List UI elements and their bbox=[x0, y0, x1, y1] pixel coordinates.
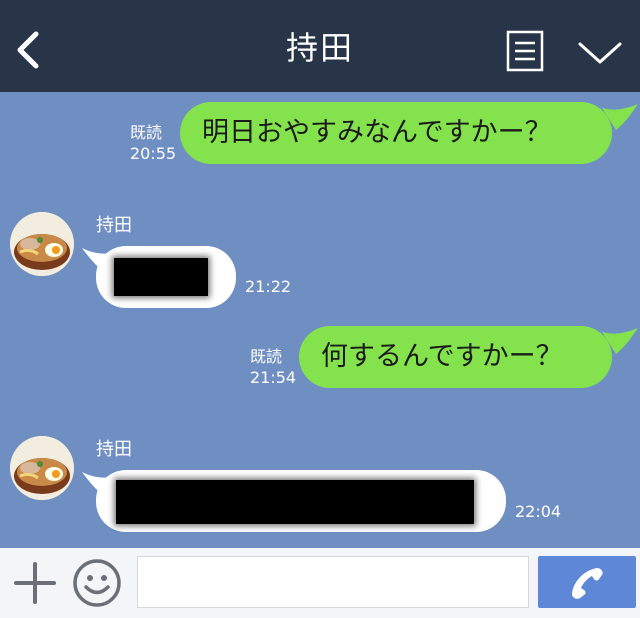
chat-area[interactable]: 既読 20:55 明日おやすみなんですかー？ 持田 21:22 既読 21:54… bbox=[0, 92, 640, 548]
bubble-tail bbox=[602, 104, 638, 130]
chat-title: 持田 bbox=[285, 29, 354, 67]
chevron-down-icon[interactable] bbox=[576, 38, 624, 68]
read-receipt: 既読 bbox=[250, 347, 283, 366]
message-text: 明日おやすみなんですかー？ bbox=[202, 117, 552, 148]
ramen-avatar-image bbox=[10, 436, 74, 500]
outgoing-message-bubble[interactable]: 何するんですかー？ bbox=[299, 326, 612, 388]
menu-icon[interactable] bbox=[506, 30, 544, 72]
incoming-message-bubble[interactable] bbox=[96, 246, 236, 308]
call-button[interactable] bbox=[538, 556, 636, 608]
message-time: 22:04 bbox=[515, 502, 562, 521]
redacted-content bbox=[116, 480, 474, 524]
ramen-avatar-image bbox=[10, 212, 74, 276]
incoming-message-bubble[interactable] bbox=[96, 470, 506, 532]
message-text: 何するんですかー？ bbox=[321, 341, 563, 372]
message-time: 20:55 bbox=[130, 144, 177, 163]
message-time: 21:54 bbox=[250, 368, 297, 387]
sender-name: 持田 bbox=[96, 439, 132, 460]
message-input[interactable] bbox=[137, 556, 529, 608]
smiley-icon[interactable] bbox=[72, 558, 122, 608]
phone-icon bbox=[572, 568, 603, 599]
outgoing-message-bubble[interactable]: 明日おやすみなんですかー？ bbox=[180, 102, 612, 164]
sender-name: 持田 bbox=[96, 215, 132, 236]
chat-header: 持田 bbox=[0, 0, 640, 92]
message-meta: 既読 21:54 bbox=[250, 346, 296, 388]
plus-icon[interactable] bbox=[14, 562, 56, 604]
redacted-content bbox=[114, 258, 208, 296]
avatar[interactable] bbox=[10, 212, 74, 276]
input-bar bbox=[0, 548, 640, 618]
bubble-tail bbox=[602, 328, 638, 354]
message-meta: 既読 20:55 bbox=[130, 122, 176, 164]
read-receipt: 既読 bbox=[130, 123, 163, 142]
avatar[interactable] bbox=[10, 436, 74, 500]
message-time: 21:22 bbox=[245, 277, 292, 296]
